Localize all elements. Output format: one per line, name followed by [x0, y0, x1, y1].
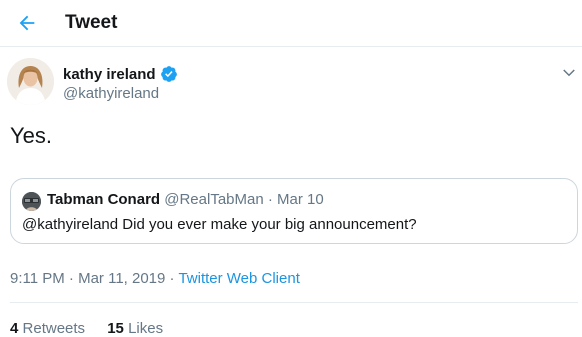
page-title: Tweet — [65, 12, 118, 33]
quoted-separator: · — [263, 191, 278, 208]
author-name[interactable]: kathy ireland — [63, 66, 156, 83]
quoted-text: @kathyireland Did you ever make your big… — [22, 216, 417, 233]
quoted-author-name: Tabman Conard — [47, 191, 161, 208]
arrow-left-icon — [19, 15, 35, 31]
retweets-label: Retweets — [22, 320, 86, 337]
likes-label: Likes — [128, 320, 164, 337]
quoted-header: Tabman Conard @RealTabMan · Mar 10 — [47, 191, 324, 208]
likes-count: 15 — [107, 320, 124, 337]
meta-separator: · — [165, 270, 179, 287]
tweet-date[interactable]: Mar 11, 2019 — [78, 270, 165, 287]
retweets-count: 4 — [10, 320, 19, 337]
page-header: Tweet — [0, 0, 582, 47]
author-avatar[interactable] — [7, 58, 54, 105]
tweet-text: Yes. — [10, 123, 53, 148]
meta-separator: · — [64, 270, 79, 287]
divider — [10, 302, 578, 303]
tweet-meta: 9:11 PM · Mar 11, 2019 · Twitter Web Cli… — [10, 270, 300, 287]
author-handle[interactable]: @kathyireland — [63, 85, 159, 102]
quoted-date: Mar 10 — [277, 191, 324, 208]
chevron-down-icon[interactable] — [560, 64, 578, 82]
back-button[interactable] — [10, 6, 44, 40]
quoted-author-handle: @RealTabMan — [164, 191, 264, 208]
verified-badge-icon — [160, 66, 177, 82]
author-name-row[interactable]: kathy ireland — [63, 65, 178, 83]
retweets-stat[interactable]: 4 Retweets — [10, 320, 85, 337]
likes-stat[interactable]: 15 Likes — [107, 320, 163, 337]
engagement-stats: 4 Retweets 15 Likes — [10, 320, 163, 337]
quoted-author-avatar — [22, 192, 41, 211]
quoted-tweet[interactable]: Tabman Conard @RealTabMan · Mar 10 @kath… — [10, 178, 578, 244]
tweet-time[interactable]: 9:11 PM — [10, 270, 65, 287]
tweet-client-link[interactable]: Twitter Web Client — [178, 270, 299, 287]
